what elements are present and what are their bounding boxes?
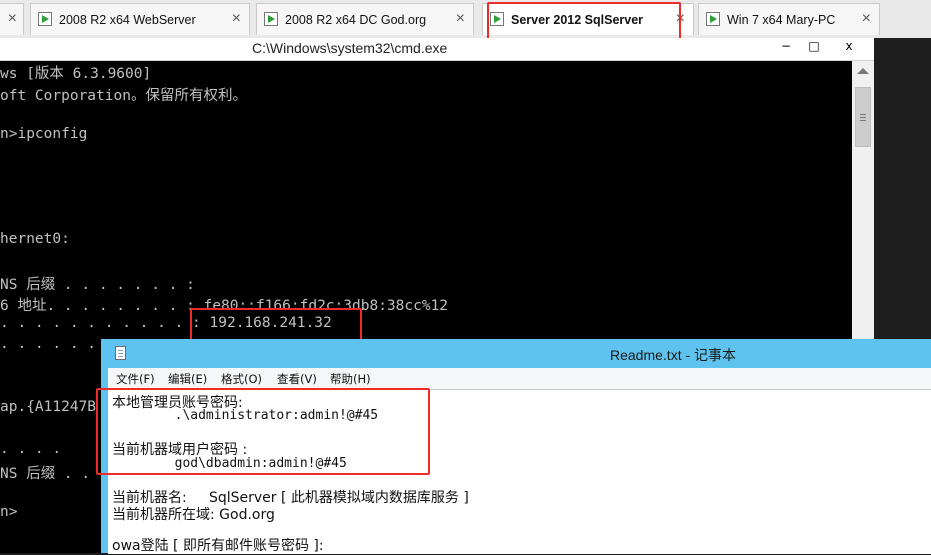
tab-label: 2008 R2 x64 DC God.org xyxy=(285,13,427,27)
text-line: owa登陆 [ 即所有邮件账号密码 ]: xyxy=(112,538,324,554)
tab-win7-mary-pc[interactable]: Win 7 x64 Mary-PC × xyxy=(698,3,880,35)
console-line: n>ipconfig xyxy=(0,126,88,142)
console-line: hernet0: xyxy=(0,231,70,247)
notepad-title: Readme.txt - 记事本 xyxy=(610,347,737,363)
cmd-titlebar[interactable]: C:\Windows\system32\cmd.exe − □ x xyxy=(0,38,874,61)
vm-icon xyxy=(264,12,278,26)
scrollbar-thumb[interactable] xyxy=(855,87,871,147)
notepad-icon xyxy=(115,346,126,360)
text-line: 当前机器所在域: God.org xyxy=(112,507,275,523)
console-line: oft Corporation。保留所有权利。 xyxy=(0,88,247,104)
console-prompt: n> xyxy=(0,504,18,520)
close-icon[interactable]: × xyxy=(8,11,17,27)
cmd-window-title: C:\Windows\system32\cmd.exe xyxy=(252,40,448,56)
console-line: NS 后缀 . . xyxy=(0,466,91,482)
tab-dc-god-org[interactable]: 2008 R2 x64 DC God.org × xyxy=(256,3,474,35)
console-line: NS 后缀 . . . . . . . : xyxy=(0,277,195,293)
menu-edit[interactable]: 编辑(E) xyxy=(168,371,207,387)
menu-view[interactable]: 查看(V) xyxy=(277,371,317,387)
minimize-button[interactable]: − xyxy=(772,38,800,56)
console-line: ws [版本 6.3.9600] xyxy=(0,66,152,82)
vm-icon xyxy=(706,12,720,26)
tab-partial-left[interactable]: × xyxy=(0,3,24,35)
tab-webserver[interactable]: 2008 R2 x64 WebServer × xyxy=(30,3,250,35)
console-line: . . . . xyxy=(0,441,62,457)
console-line: . . . . . . xyxy=(0,336,97,352)
menu-help[interactable]: 帮助(H) xyxy=(330,371,371,387)
maximize-button[interactable]: □ xyxy=(800,38,828,56)
console-line: ap.{A11247B xyxy=(0,399,97,415)
menu-format[interactable]: 格式(O) xyxy=(221,371,262,387)
notepad-menubar: 文件(F) 编辑(E) 格式(O) 查看(V) 帮助(H) xyxy=(108,368,931,389)
tab-label: 2008 R2 x64 WebServer xyxy=(59,13,196,27)
tab-label: Win 7 x64 Mary-PC xyxy=(727,13,836,27)
vm-icon xyxy=(38,12,52,26)
vm-tab-bar: × 2008 R2 x64 WebServer × 2008 R2 x64 DC… xyxy=(0,0,931,39)
close-button[interactable]: x xyxy=(834,38,864,56)
menu-file[interactable]: 文件(F) xyxy=(116,371,155,387)
credentials-highlight-box xyxy=(96,388,430,475)
scroll-up-icon[interactable] xyxy=(857,68,869,74)
close-icon[interactable]: × xyxy=(232,11,241,27)
close-icon[interactable]: × xyxy=(456,11,465,27)
close-icon[interactable]: × xyxy=(862,11,871,27)
